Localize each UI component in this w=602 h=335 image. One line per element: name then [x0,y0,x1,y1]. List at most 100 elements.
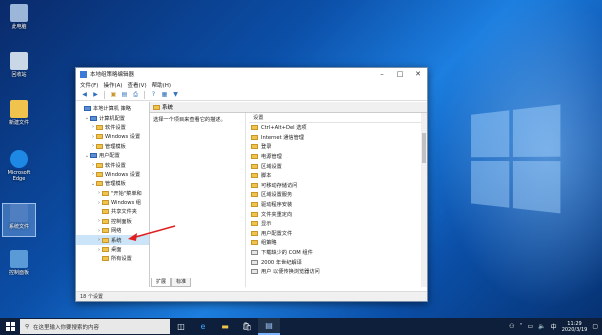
menu-bar: 文件(F) 操作(A) 查看(V) 帮助(H) [76,80,427,89]
forward-icon[interactable]: ▶ [91,90,100,99]
settings-list-item[interactable]: 组策略 [249,238,421,248]
settings-list-item[interactable]: Ctrl+Alt+Del 选项 [249,123,421,133]
settings-list-item[interactable]: 电源管理 [249,152,421,162]
tree-node-label: 系统 [111,237,122,244]
tree-node[interactable]: › 管理模板 [76,142,149,151]
folder-icon [90,153,97,159]
help-icon[interactable]: ? [149,90,158,99]
settings-list-item[interactable]: Internet 通信管理 [249,133,421,143]
title-bar[interactable]: 本地组策略编辑器 – □ ✕ [76,68,427,80]
desktop-icon-system-files[interactable]: 系统文件 [2,203,36,237]
desktop-icon-this-pc[interactable]: 此电脑 [2,4,36,30]
setting-icon [251,250,258,256]
network-icon[interactable]: ▭ [528,323,534,330]
notification-icon[interactable]: ▢ [592,323,598,330]
menu-action[interactable]: 操作(A) [103,81,122,89]
tree-node[interactable]: › Windows 设置 [76,132,149,141]
desktop-icon-control-panel[interactable]: 控制面板 [2,250,36,276]
tree-node[interactable]: › 桌面 [76,245,149,254]
desktop-icon-label: 回收站 [11,72,27,78]
app-icon [80,70,87,78]
store-icon[interactable]: 🛍 [236,318,258,335]
back-icon[interactable]: ◀ [80,90,89,99]
properties-icon[interactable]: ▦ [160,90,169,99]
scrollbar-thumb[interactable] [422,133,426,163]
clock[interactable]: 11:29 2020/3/19 [562,321,588,333]
folder-icon [251,144,258,150]
desktop-icon-label: 控制面板 [8,270,29,276]
settings-list-item[interactable]: 文件夹重定向 [249,209,421,219]
settings-list-item[interactable]: 脚本 [249,171,421,181]
settings-list-item[interactable]: 2000 年世纪解译 [249,257,421,267]
settings-list-item[interactable]: 可移动存储访问 [249,181,421,191]
tab-extended[interactable]: 扩展 [151,278,172,287]
maximize-icon[interactable]: □ [391,68,409,80]
settings-list-item[interactable]: 驱动程序安装 [249,200,421,210]
export-icon[interactable]: ⎙ [131,90,140,99]
windows-logo-icon [5,322,15,331]
tree-node[interactable]: 所有设置 [76,254,149,263]
tree-node[interactable]: › 软件设置 [76,160,149,169]
tree-node[interactable]: ⌄ 用户配置 [76,151,149,160]
tree-node[interactable]: › 软件设置 [76,123,149,132]
tree-node[interactable]: › 系统 [76,235,149,245]
desktop-icon-edge[interactable]: Microsoft Edge [2,150,36,182]
folder-icon [102,256,109,262]
menu-file[interactable]: 文件(F) [80,81,98,89]
person-icon[interactable]: ⚇ [509,323,514,330]
folder-icon [251,154,258,160]
recycle-bin-icon [10,52,28,70]
tree-node[interactable]: 共享文件夹 [76,207,149,216]
column-header-setting[interactable]: 设置 [249,113,421,123]
folder-icon [96,171,103,177]
taskbar-edge-icon[interactable]: e [192,318,214,335]
search-placeholder: 在这里输入你要搜索的内容 [33,324,100,331]
folder-icon [102,218,109,224]
tree-node[interactable]: › Windows 设置 [76,170,149,179]
settings-list-item[interactable]: 用户 以便传换浏览器访问 [249,267,421,277]
close-icon[interactable]: ✕ [409,68,427,80]
tree-node[interactable]: 本地计算机 策略 [76,104,149,113]
tree-node[interactable]: ⌄ 计算机配置 [76,113,149,122]
menu-help[interactable]: 帮助(H) [152,81,171,89]
input-language[interactable]: 中 [551,322,557,331]
tree-node[interactable]: › "开始"菜单和 [76,189,149,198]
vertical-scrollbar[interactable] [421,113,427,287]
minimize-icon[interactable]: – [373,68,391,80]
up-folder-icon[interactable]: ▣ [109,90,118,99]
desktop-icon-label: Microsoft Edge [7,170,31,182]
folder-icon [102,228,109,234]
tree-node-label: Windows 设置 [105,171,141,178]
folder-icon [90,115,97,121]
wallpaper-windows-logo [471,104,563,216]
settings-list-item[interactable]: 区域设置服务 [249,190,421,200]
group-policy-taskbar-icon[interactable]: ▤ [258,318,280,335]
file-explorer-icon[interactable]: ▬ [214,318,236,335]
settings-list-item[interactable]: 登录 [249,142,421,152]
settings-list-item[interactable]: 用户配置文件 [249,229,421,239]
chevron-up-icon[interactable]: ˄ [520,323,523,330]
desktop-icon-recycle-bin[interactable]: 回收站 [2,52,36,78]
filter-icon[interactable]: ▼ [171,90,180,99]
tab-standard[interactable]: 标准 [171,278,192,287]
folder-icon [96,124,103,130]
tree-node[interactable]: › 网络 [76,226,149,235]
desktop-icon-new-folder[interactable]: 新建文件 [2,100,36,126]
settings-list-item[interactable]: 区域设置 [249,161,421,171]
tree-node[interactable]: › 控制面板 [76,217,149,226]
taskbar-search[interactable]: ⚲ 在这里输入你要搜索的内容 [20,319,170,334]
folder-icon [251,125,258,131]
desktop-icon-label: 系统文件 [8,224,29,230]
tree-node[interactable]: › Windows 组 [76,198,149,207]
volume-icon[interactable]: 🔈 [538,323,545,330]
settings-item-label: Internet 通信管理 [261,134,304,141]
start-button[interactable] [0,318,20,335]
tree-node-label: 桌面 [111,247,122,254]
task-view-icon[interactable]: ◫ [170,318,192,335]
tree-node-label: 网络 [111,228,122,235]
settings-list-item[interactable]: 显示 [249,219,421,229]
settings-list-item[interactable]: 下载缺少的 COM 组件 [249,248,421,258]
tree-node[interactable]: ⌄ 管理模板 [76,179,149,188]
menu-view[interactable]: 查看(V) [128,81,147,89]
show-tree-icon[interactable]: ▤ [120,90,129,99]
